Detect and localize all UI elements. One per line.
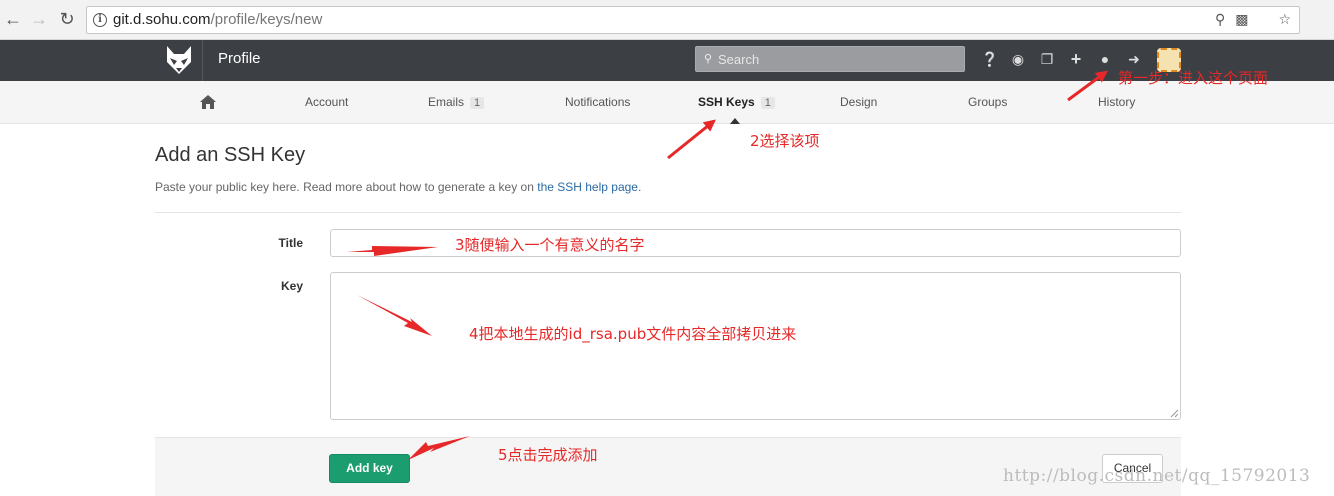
lead-body: Paste your public key here. Read more ab…	[155, 180, 538, 194]
annotation-step1: 第一步：进入这个页面	[1118, 69, 1269, 87]
tab-design[interactable]: Design	[840, 95, 877, 109]
tab-account[interactable]: Account	[305, 95, 348, 109]
sign-out-icon[interactable]: ➜	[1125, 50, 1143, 68]
url-path: /profile/keys/new	[210, 11, 323, 28]
divider	[155, 212, 1181, 213]
resize-grip-icon[interactable]	[1170, 409, 1179, 418]
tab-label: SSH Keys	[698, 95, 755, 109]
browser-chrome: ← → ↻ i git.d.sohu.com/profile/keys/new …	[0, 0, 1334, 40]
annotation-step4: 4把本地生成的id_rsa.pub文件内容全部拷贝进来	[469, 325, 797, 343]
tab-label: Design	[840, 95, 878, 109]
fox-logo-icon	[167, 46, 191, 74]
home-icon[interactable]	[199, 94, 217, 110]
user-icon[interactable]: ●	[1096, 50, 1114, 68]
annotation-step3: 3随便输入一个有意义的名字	[455, 236, 645, 254]
count-badge: 1	[760, 97, 775, 109]
copy-icon[interactable]: ❐	[1038, 50, 1056, 68]
translate-icon[interactable]: ▩	[1235, 11, 1248, 27]
search-box[interactable]: ⚲	[695, 46, 965, 72]
info-icon[interactable]: i	[93, 13, 107, 27]
tab-label: Emails	[428, 95, 465, 109]
tab-history[interactable]: History	[1098, 95, 1135, 109]
arrow-step2	[667, 119, 716, 160]
ssh-help-link[interactable]: the SSH help page	[537, 180, 638, 194]
lead-suffix: .	[637, 180, 642, 194]
tab-notifications[interactable]: Notifications	[565, 95, 630, 109]
omnibox-icons: ⚲ ▩ ☆	[1205, 11, 1291, 28]
count-badge: 1	[470, 97, 485, 109]
back-arrow-icon[interactable]: ←	[2, 8, 24, 30]
tab-label: Account	[305, 95, 349, 109]
annotation-step2: 2选择该项	[750, 132, 820, 150]
tab-groups[interactable]: Groups	[968, 95, 1007, 109]
tab-label: Notifications	[565, 95, 631, 109]
url-text[interactable]: git.d.sohu.com/profile/keys/new	[113, 11, 322, 28]
page-title: Add an SSH Key	[155, 144, 306, 166]
active-tab-caret	[730, 118, 740, 124]
key-textarea[interactable]	[330, 272, 1181, 420]
watermark: http://blog.csdn.net/qq_15792013	[1003, 466, 1311, 486]
key-label: Key	[280, 279, 303, 293]
add-key-button[interactable]: Add key	[329, 454, 410, 483]
globe-icon[interactable]: ◉	[1009, 50, 1027, 68]
lead-text: Paste your public key here. Read more ab…	[155, 180, 641, 194]
help-icon[interactable]: ❔	[981, 50, 999, 68]
search-icon: ⚲	[704, 53, 713, 65]
tab-ssh-keys[interactable]: SSH Keys 1	[698, 95, 775, 109]
reload-icon[interactable]: ↻	[56, 8, 78, 30]
tab-emails[interactable]: Emails 1	[428, 95, 485, 109]
bookmark-star-icon[interactable]: ☆	[1278, 11, 1291, 27]
annotation-step5: 5点击完成添加	[498, 446, 598, 464]
forward-arrow-icon[interactable]: →	[28, 8, 50, 30]
tab-label: Groups	[968, 95, 1008, 109]
tab-label: History	[1098, 95, 1136, 109]
title-label: Title	[278, 236, 303, 250]
gitlab-logo[interactable]	[155, 40, 203, 81]
plus-icon[interactable]: +	[1067, 50, 1085, 68]
header-title: Profile	[218, 50, 261, 67]
address-bar[interactable]: i git.d.sohu.com/profile/keys/new ⚲ ▩ ☆	[86, 6, 1300, 34]
url-host: git.d.sohu.com	[113, 11, 211, 28]
search-input[interactable]	[718, 49, 958, 69]
zoom-icon[interactable]: ⚲	[1215, 11, 1225, 27]
